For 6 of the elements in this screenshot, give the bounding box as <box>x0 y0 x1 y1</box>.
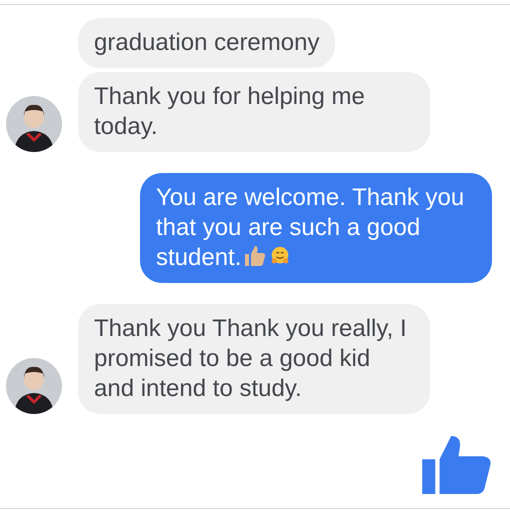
thumbs-up-icon <box>243 244 268 268</box>
message-bubble: You are welcome. Thank you that you are such a good student. <box>140 173 492 283</box>
like-button[interactable] <box>422 436 492 494</box>
message-bubble: graduation ceremony <box>78 18 336 68</box>
message-bubble: Thank you for helping me today. <box>78 72 430 152</box>
message-bubble: Thank you Thank you really, I promised to be a good kid and intend to study. <box>78 304 430 414</box>
